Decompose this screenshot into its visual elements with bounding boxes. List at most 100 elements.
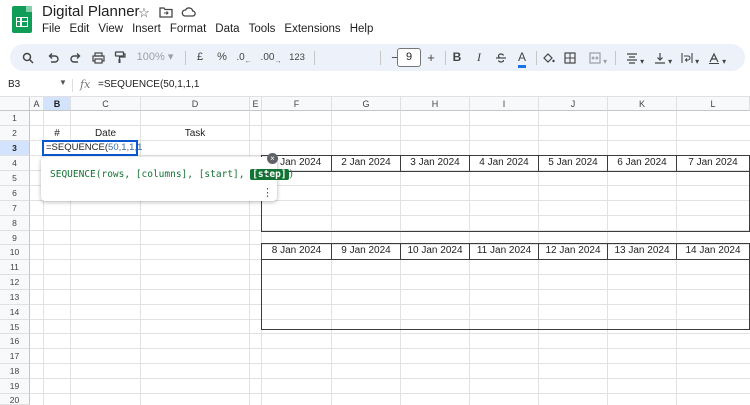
calendar-date-cell[interactable]: 14 Jan 2024 <box>677 244 749 260</box>
row-header-19[interactable]: 19 <box>0 379 30 394</box>
text-color-button[interactable]: A <box>515 44 529 71</box>
row-header-5[interactable]: 5 <box>0 171 30 186</box>
increase-decimals-button[interactable]: .00→ <box>259 44 283 71</box>
merge-cells-icon[interactable]: ▾ <box>587 44 609 71</box>
borders-icon[interactable] <box>563 44 577 71</box>
calendar-date-cell[interactable]: 7 Jan 2024 <box>677 156 749 172</box>
currency-format-button[interactable]: £ <box>193 44 207 71</box>
horizontal-align-icon[interactable]: ▾ <box>623 44 647 71</box>
star-icon[interactable]: ☆ <box>136 5 152 21</box>
row-header-4[interactable]: 4 <box>0 156 30 171</box>
decrease-decimals-button[interactable]: .0← <box>234 44 254 71</box>
calendar-date-cell[interactable]: 10 Jan 2024 <box>401 244 470 260</box>
calendar-date-cell[interactable]: 11 Jan 2024 <box>470 244 539 260</box>
print-icon[interactable] <box>90 44 106 71</box>
redo-icon[interactable] <box>68 44 84 71</box>
move-to-folder-icon[interactable] <box>158 5 174 21</box>
italic-button[interactable]: I <box>472 44 486 71</box>
cell-b2[interactable]: # <box>44 128 70 139</box>
toolbar: 100% ▾ £ % .0← .00→ 123 − 9 + B I A ▾ ▾ … <box>10 44 745 71</box>
row-header-16[interactable]: 16 <box>0 334 30 349</box>
row-header-3[interactable]: 3 <box>0 141 30 156</box>
column-header-f[interactable]: F <box>262 97 332 111</box>
sheet-grid[interactable]: A B C D E F G H I J K L 1 2 3 4 5 6 7 8 … <box>0 97 750 405</box>
zoom-select[interactable]: 100% ▾ <box>132 44 178 71</box>
column-header-i[interactable]: I <box>470 97 539 111</box>
document-title[interactable]: Digital Planner <box>42 3 140 20</box>
menu-insert[interactable]: Insert <box>132 23 161 35</box>
column-header-g[interactable]: G <box>332 97 401 111</box>
name-box[interactable]: B3 <box>8 79 20 90</box>
header: Digital Planner ☆ File Edit View Insert … <box>0 0 750 40</box>
expand-tooltip-icon[interactable]: ⌄ <box>262 167 270 178</box>
row-header-17[interactable]: 17 <box>0 349 30 364</box>
close-tooltip-icon[interactable]: × <box>267 153 278 164</box>
bold-button[interactable]: B <box>450 44 464 71</box>
more-options-icon[interactable]: ⋮ <box>262 186 273 199</box>
menu-help[interactable]: Help <box>350 23 374 35</box>
calendar-date-cell[interactable]: 2 Jan 2024 <box>332 156 401 172</box>
row-header-6[interactable]: 6 <box>0 186 30 201</box>
menu-format[interactable]: Format <box>170 23 206 35</box>
vertical-align-icon[interactable]: ▾ <box>651 44 675 71</box>
row-header-1[interactable]: 1 <box>0 111 30 126</box>
row-header-7[interactable]: 7 <box>0 201 30 216</box>
calendar-date-cell[interactable]: 6 Jan 2024 <box>608 156 677 172</box>
row-header-11[interactable]: 11 <box>0 260 30 275</box>
fill-color-icon[interactable] <box>541 44 555 71</box>
row-header-15[interactable]: 15 <box>0 320 30 334</box>
cell-c2[interactable]: Date <box>71 128 140 139</box>
calendar-date-cell[interactable]: 12 Jan 2024 <box>539 244 608 260</box>
menu-extensions[interactable]: Extensions <box>284 23 340 35</box>
row-header-20[interactable]: 20 <box>0 394 30 405</box>
cloud-status-icon[interactable] <box>180 5 196 21</box>
number-format-button[interactable]: 123 <box>286 44 308 71</box>
menu-bar: File Edit View Insert Format Data Tools … <box>42 23 382 35</box>
active-cell-b3[interactable]: =SEQUENCE(50,1,1,1 <box>42 140 142 156</box>
menu-edit[interactable]: Edit <box>70 23 90 35</box>
undo-icon[interactable] <box>45 44 61 71</box>
search-icon[interactable] <box>20 44 36 71</box>
menu-data[interactable]: Data <box>215 23 239 35</box>
column-header-k[interactable]: K <box>608 97 677 111</box>
column-header-h[interactable]: H <box>401 97 470 111</box>
name-box-dropdown-icon[interactable]: ▼ <box>59 78 67 87</box>
row-header-9[interactable]: 9 <box>0 231 30 245</box>
title-icons: ☆ <box>136 5 196 21</box>
cell-d2[interactable]: Task <box>141 128 249 139</box>
formula-input[interactable]: =SEQUENCE(50,1,1,1 <box>98 79 199 90</box>
calendar-date-cell[interactable]: 4 Jan 2024 <box>470 156 539 172</box>
menu-view[interactable]: View <box>98 23 123 35</box>
row-header-8[interactable]: 8 <box>0 216 30 231</box>
font-size-input[interactable]: 9 <box>397 48 421 67</box>
paint-format-icon[interactable] <box>112 44 128 71</box>
text-wrapping-icon[interactable]: ▾ <box>678 44 702 71</box>
column-header-j[interactable]: J <box>539 97 608 111</box>
percent-format-button[interactable]: % <box>215 44 229 71</box>
sheets-logo-icon[interactable] <box>12 6 32 33</box>
calendar-date-cell[interactable]: 3 Jan 2024 <box>401 156 470 172</box>
menu-tools[interactable]: Tools <box>249 23 276 35</box>
row-header-2[interactable]: 2 <box>0 126 30 141</box>
menu-file[interactable]: File <box>42 23 61 35</box>
row-header-12[interactable]: 12 <box>0 275 30 290</box>
column-header-d[interactable]: D <box>141 97 250 111</box>
text-rotation-icon[interactable]: ▾ <box>705 44 729 71</box>
column-header-e[interactable]: E <box>250 97 262 111</box>
row-header-10[interactable]: 10 <box>0 245 30 260</box>
row-header-18[interactable]: 18 <box>0 364 30 379</box>
increase-font-size-button[interactable]: + <box>424 44 438 71</box>
column-header-b[interactable]: B <box>44 97 71 111</box>
strikethrough-icon[interactable] <box>494 44 508 71</box>
calendar-date-cell[interactable]: 8 Jan 2024 <box>262 244 332 260</box>
calendar-date-cell[interactable]: 9 Jan 2024 <box>332 244 401 260</box>
row-header-13[interactable]: 13 <box>0 290 30 305</box>
calendar-date-cell[interactable]: 5 Jan 2024 <box>539 156 608 172</box>
calendar-date-cell[interactable]: 13 Jan 2024 <box>608 244 677 260</box>
column-header-c[interactable]: C <box>71 97 141 111</box>
column-header-l[interactable]: L <box>677 97 750 111</box>
row-header-14[interactable]: 14 <box>0 305 30 320</box>
select-all-corner[interactable] <box>0 97 30 111</box>
column-header-a[interactable]: A <box>30 97 44 111</box>
formula-help-tooltip: SEQUENCE(rows, [columns], [start], [step… <box>41 157 294 201</box>
